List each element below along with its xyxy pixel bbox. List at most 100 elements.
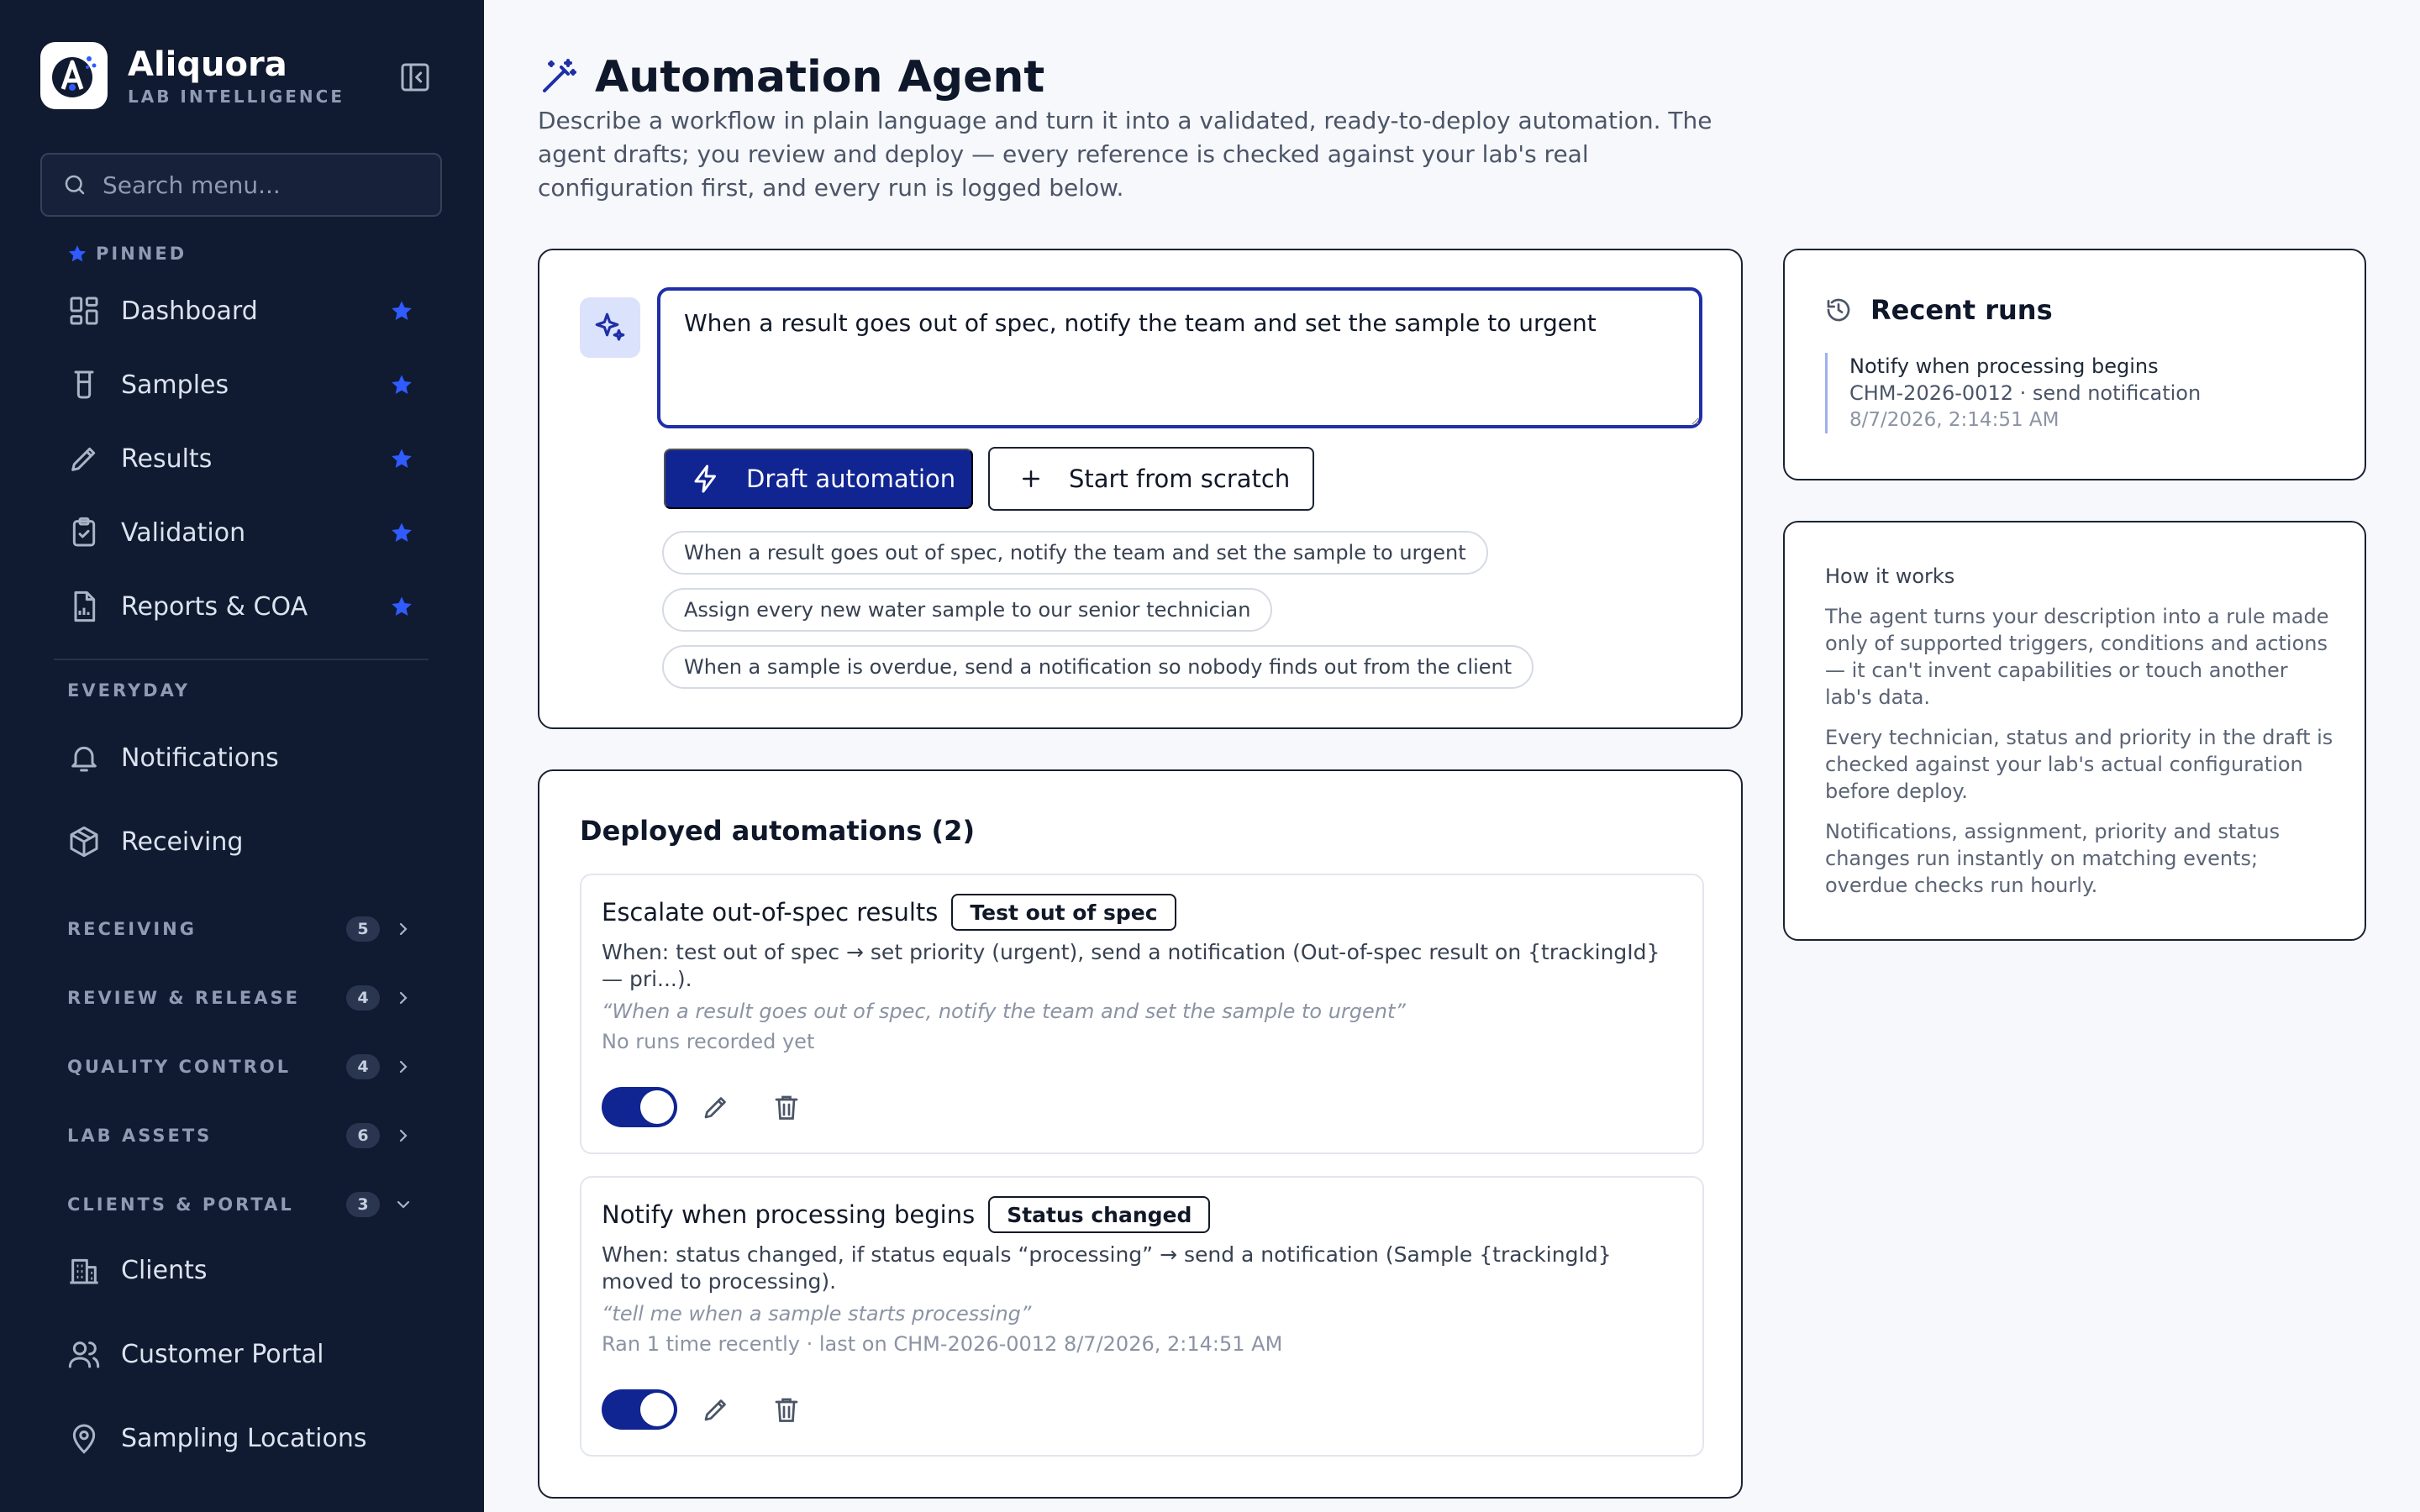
page-title: Automation Agent	[538, 52, 1044, 102]
bell-icon	[71, 746, 97, 772]
suggestion-chip[interactable]: When a sample is overdue, send a notific…	[662, 645, 1534, 689]
draft-automation-button[interactable]: Draft automation	[664, 449, 973, 509]
suggestion-chip[interactable]: Assign every new water sample to our sen…	[662, 588, 1273, 632]
history-icon	[1827, 298, 1850, 322]
search-icon	[65, 175, 85, 195]
sidebar-group-lab-assets[interactable]: LAB ASSETS 6	[67, 1119, 420, 1152]
sidebar-group-quality-control[interactable]: QUALITY CONTROL 4	[67, 1050, 420, 1084]
pinned-star-icon[interactable]	[390, 521, 413, 544]
sidebar-item-label: Customer Portal	[121, 1339, 324, 1369]
brand-name: Aliquora	[128, 45, 287, 84]
sidebar-item-validation[interactable]: Validation	[67, 506, 437, 559]
sidebar-item-clients[interactable]: Clients	[67, 1243, 437, 1297]
sidebar: Aliquora LAB INTELLIGENCE PINNED Dashboa…	[0, 0, 484, 1512]
automation-prompt-input[interactable]: When a result goes out of spec, notify t…	[657, 287, 1702, 428]
lightning-icon	[694, 465, 716, 493]
deployed-automations: Deployed automations (2) Escalate out-of…	[538, 769, 1743, 1499]
brand-subtitle: LAB INTELLIGENCE	[128, 87, 345, 107]
automation-rule: When: test out of spec → set priority (u…	[602, 940, 1660, 991]
page-heading: Automation Agent	[595, 52, 1045, 102]
automation-composer: When a result goes out of spec, notify t…	[538, 249, 1743, 729]
group-count-badge: 5	[346, 916, 380, 942]
map-pin-icon	[72, 1424, 96, 1454]
edit-pencil-icon[interactable]	[701, 1394, 731, 1425]
pinned-star-icon[interactable]	[390, 373, 413, 396]
sidebar-item-results[interactable]: Results	[67, 432, 437, 486]
automation-enabled-toggle[interactable]	[602, 1389, 677, 1430]
sidebar-item-label: Reports & COA	[121, 591, 308, 622]
plus-icon	[1023, 470, 1039, 487]
run-timestamp: 8/7/2026, 2:14:51 AM	[1849, 409, 2060, 431]
automation-run-status: No runs recorded yet	[602, 1030, 815, 1053]
start-from-scratch-button[interactable]: Start from scratch	[988, 447, 1314, 511]
trigger-badge: Test out of spec	[951, 894, 1176, 931]
run-detail: CHM-2026-0012 · send notification	[1849, 381, 2202, 405]
everyday-section-label: EVERYDAY	[67, 680, 191, 701]
run-title: Notify when processing begins	[1849, 354, 2159, 378]
how-it-works-paragraph: The agent turns your description into a …	[1825, 605, 2329, 709]
package-icon	[70, 826, 98, 858]
run-entry[interactable]: Notify when processing begins CHM-2026-0…	[1825, 353, 2201, 433]
sidebar-item-samples[interactable]: Samples	[67, 358, 437, 412]
collapse-sidebar-icon[interactable]	[398, 60, 432, 94]
sidebar-divider	[54, 659, 429, 660]
deployed-heading: Deployed automations (2)	[580, 815, 976, 847]
beaker-icon	[74, 370, 94, 399]
dashboard-icon	[70, 297, 98, 325]
suggestion-chip[interactable]: When a result goes out of spec, notify t…	[662, 531, 1488, 575]
how-it-works-panel: How it works The agent turns your descri…	[1783, 521, 2366, 941]
sidebar-item-notifications[interactable]: Notifications	[67, 731, 437, 785]
sidebar-group-review-release[interactable]: REVIEW & RELEASE 4	[67, 981, 420, 1015]
pinned-section-label: PINNED	[67, 244, 187, 264]
magic-wand-icon	[543, 59, 576, 92]
delete-trash-icon[interactable]	[771, 1394, 802, 1425]
sidebar-group-clients-portal[interactable]: CLIENTS & PORTAL 3	[67, 1188, 420, 1221]
sidebar-item-dashboard[interactable]: Dashboard	[67, 284, 437, 338]
building-icon	[70, 1258, 98, 1284]
sidebar-item-receiving[interactable]: Receiving	[67, 815, 437, 869]
sidebar-item-reports-coa[interactable]: Reports & COA	[67, 580, 437, 633]
chevron-down-icon	[397, 1200, 410, 1209]
sidebar-item-label: Validation	[121, 517, 246, 548]
pinned-star-icon[interactable]	[390, 299, 413, 323]
pinned-star-icon[interactable]	[390, 595, 413, 618]
report-icon	[74, 591, 96, 622]
how-it-works-heading: How it works	[1825, 564, 1955, 588]
recent-runs-panel: Recent runs Notify when processing begin…	[1783, 249, 2366, 480]
chevron-right-icon	[399, 991, 408, 1005]
automation-source-quote: “tell me when a sample starts processing…	[602, 1302, 1032, 1326]
pinned-star-icon[interactable]	[390, 447, 413, 470]
search-input[interactable]	[103, 171, 422, 199]
sidebar-item-sampling-locations[interactable]: Sampling Locations	[67, 1411, 437, 1465]
delete-trash-icon[interactable]	[771, 1092, 802, 1122]
automation-rule: When: status changed, if status equals “…	[602, 1242, 1612, 1294]
automation-source-quote: “When a result goes out of spec, notify …	[602, 1000, 1406, 1023]
automation-name: Notify when processing begins	[602, 1200, 976, 1229]
clipboard-check-icon	[72, 517, 96, 547]
sparkles-icon	[580, 297, 640, 358]
how-it-works-paragraph: Every technician, status and priority in…	[1825, 726, 2333, 803]
automation-card: Escalate out-of-spec results Test out of…	[580, 874, 1704, 1154]
edit-pencil-icon[interactable]	[701, 1092, 731, 1122]
star-icon	[68, 245, 87, 262]
automation-enabled-toggle[interactable]	[602, 1087, 677, 1127]
recent-runs-heading: Recent runs	[1870, 294, 2053, 326]
search-menu[interactable]	[40, 153, 442, 217]
brand[interactable]: Aliquora LAB INTELLIGENCE	[40, 42, 345, 109]
toggle-knob	[640, 1393, 674, 1426]
sidebar-item-label: Results	[121, 444, 213, 474]
sidebar-item-label: Sampling Locations	[121, 1423, 367, 1453]
automation-name: Escalate out-of-spec results	[602, 898, 939, 927]
sidebar-group-receiving[interactable]: RECEIVING 5	[67, 912, 420, 946]
how-it-works-paragraph: Notifications, assignment, priority and …	[1825, 820, 2281, 897]
sidebar-item-label: Receiving	[121, 827, 244, 857]
sidebar-item-customer-portal[interactable]: Customer Portal	[67, 1327, 437, 1381]
trigger-badge: Status changed	[988, 1196, 1211, 1233]
chevron-right-icon	[399, 1129, 408, 1142]
group-count-badge: 4	[346, 985, 380, 1011]
sidebar-item-label: Notifications	[121, 743, 279, 773]
users-icon	[68, 1341, 100, 1368]
sidebar-item-label: Dashboard	[121, 296, 258, 326]
group-count-badge: 3	[346, 1192, 380, 1217]
sidebar-item-label: Samples	[121, 370, 229, 400]
